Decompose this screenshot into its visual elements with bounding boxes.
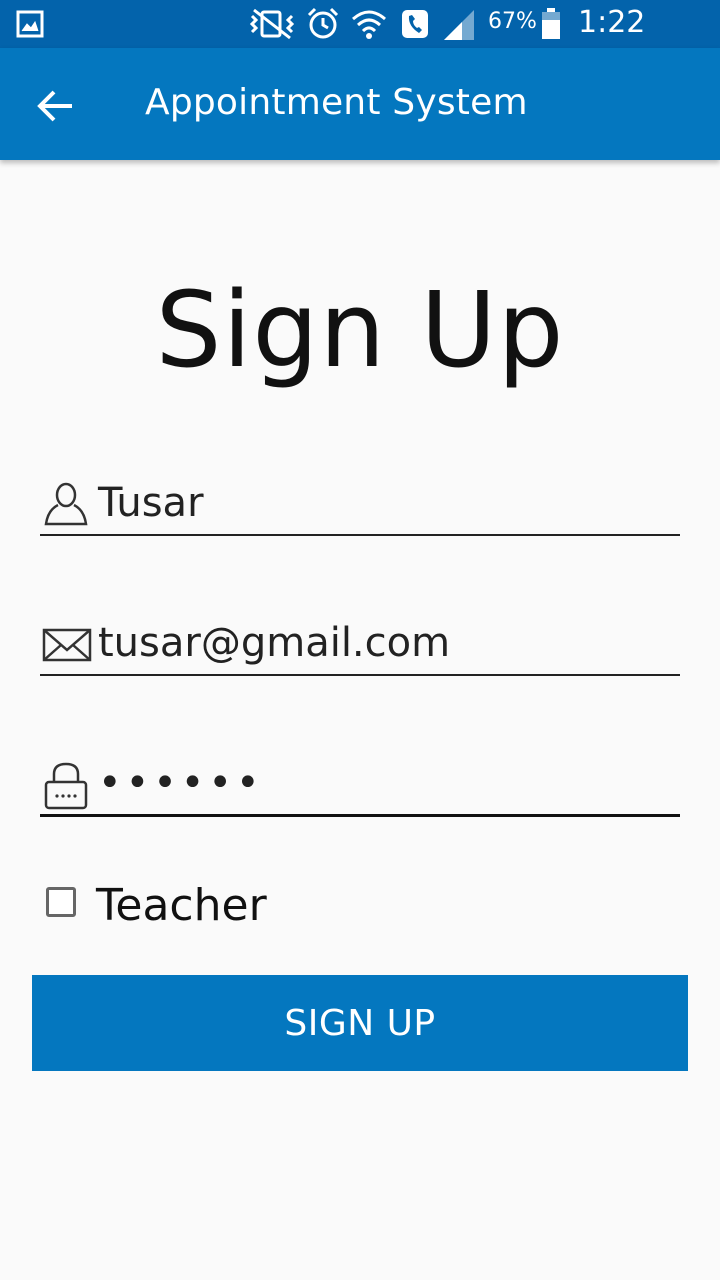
signal-icon xyxy=(444,10,474,40)
battery-percent: 67% xyxy=(488,9,537,34)
page-title: Sign Up xyxy=(155,269,565,391)
alarm-icon xyxy=(307,7,339,39)
status-bar: 67% 1:22 p.m. xyxy=(0,0,720,75)
signup-button[interactable]: SIGN UP xyxy=(32,975,688,1071)
password-input[interactable]: •••••• xyxy=(98,760,668,806)
email-field[interactable]: tusar@gmail.com xyxy=(40,614,680,676)
gallery-icon xyxy=(16,10,44,38)
app-title: Appointment System xyxy=(145,82,528,123)
arrow-back-icon xyxy=(37,90,72,122)
name-field[interactable]: Tusar xyxy=(40,474,680,536)
password-field[interactable]: •••••• xyxy=(40,754,680,817)
person-icon xyxy=(44,482,88,526)
vibrate-mute-icon xyxy=(249,8,295,40)
battery-icon xyxy=(542,8,560,39)
teacher-checkbox[interactable] xyxy=(46,887,76,917)
wifi-icon xyxy=(352,10,386,39)
mail-icon xyxy=(42,628,92,662)
email-input[interactable]: tusar@gmail.com xyxy=(98,620,668,666)
lock-icon xyxy=(44,762,88,810)
back-button[interactable] xyxy=(34,86,78,126)
app-bar: Appointment System xyxy=(0,48,720,160)
call-icon xyxy=(402,10,428,38)
teacher-label: Teacher xyxy=(96,880,267,931)
name-input[interactable]: Tusar xyxy=(98,480,668,526)
